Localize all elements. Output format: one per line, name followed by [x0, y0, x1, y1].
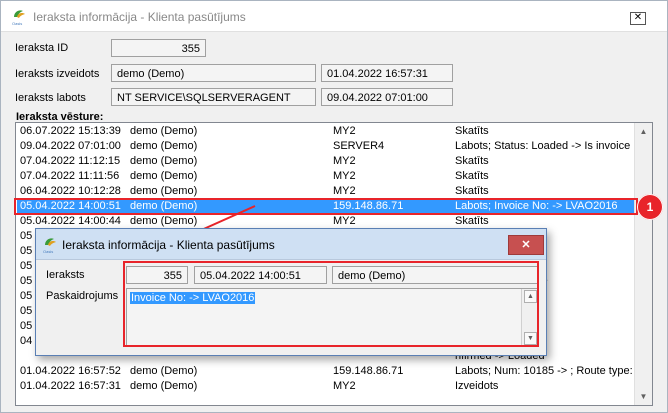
id-field[interactable]: 355 — [111, 39, 206, 57]
memo-scrollbar[interactable]: ▲ ▼ — [521, 289, 537, 346]
history-cell-host: SERVER4 — [333, 140, 385, 152]
history-row[interactable]: 06.07.2022 15:13:39 demo (Demo) MY2 Skatīts — [17, 124, 636, 139]
history-cell-action: Skatīts — [455, 155, 489, 167]
history-cell-action: Labots; Invoice No: -> LVAO2016 — [455, 200, 618, 212]
record-info-popup: Oasis Ieraksta informācija - Klienta pas… — [35, 228, 547, 356]
popup-record-date[interactable]: 05.04.2022 14:00:51 — [194, 266, 327, 284]
oasis-logo-icon: Oasis — [12, 10, 25, 26]
popup-record-user[interactable]: demo (Demo) — [332, 266, 538, 284]
history-cell-user: demo (Demo) — [130, 380, 198, 392]
popup-explanation-label: Paskaidrojums — [46, 290, 119, 302]
history-cell-user: demo (Demo) — [130, 185, 198, 197]
callout-badge: 1 — [637, 194, 663, 220]
history-cell-host: MY2 — [333, 155, 356, 167]
history-cell-user: demo (Demo) — [130, 170, 198, 182]
history-cell-host: MY2 — [333, 170, 356, 182]
history-cell-action: Labots; Status: Loaded -> Is invoice — [455, 140, 631, 152]
history-cell-date: 06.04.2022 10:12:28 — [20, 185, 121, 197]
history-cell-action: Skatīts — [455, 170, 489, 182]
history-row[interactable]: 05.04.2022 14:00:44 demo (Demo) MY2 Skatīts — [17, 214, 636, 229]
svg-text:Oasis: Oasis — [12, 21, 22, 26]
history-cell-date: 01.04.2022 16:57:52 — [20, 365, 121, 377]
history-cell-user: demo (Demo) — [130, 365, 198, 377]
history-cell-date: 05.04.2022 14:00:51 — [20, 200, 121, 212]
created-date-field[interactable]: 01.04.2022 16:57:31 — [321, 64, 453, 82]
oasis-logo-icon: Oasis — [43, 238, 56, 254]
svg-text:Oasis: Oasis — [43, 249, 53, 254]
history-cell-date: 05.04.2022 14:00:44 — [20, 215, 121, 227]
window-title: Ieraksta informācija - Klienta pasūtījum… — [33, 10, 246, 24]
history-cell-date: 01.04.2022 16:57:31 — [20, 380, 121, 392]
history-row[interactable]: 07.04.2022 11:11:56 demo (Demo) MY2 Skatīts — [17, 169, 636, 184]
history-row[interactable]: 01.04.2022 16:57:31 demo (Demo) MY2 Izveido… — [17, 379, 636, 394]
history-cell-action: Skatīts — [455, 125, 489, 137]
history-cell-host: 159.148.86.71 — [333, 200, 404, 212]
created-label: Ieraksts izveidots — [15, 68, 100, 80]
history-cell-user: demo (Demo) — [130, 215, 198, 227]
id-label: Ieraksta ID — [15, 42, 69, 54]
popup-record-id[interactable]: 355 — [126, 266, 188, 284]
history-cell-action: Skatīts — [455, 185, 489, 197]
history-cell-date: 07.04.2022 11:12:15 — [20, 155, 121, 167]
modified-date-field[interactable]: 09.04.2022 07:01:00 — [321, 88, 453, 106]
popup-close-button[interactable]: ✕ — [508, 235, 544, 255]
history-cell-action: Skatīts — [455, 215, 489, 227]
history-cell-date: 07.04.2022 11:11:56 — [20, 170, 120, 182]
created-user-field[interactable]: demo (Demo) — [111, 64, 316, 82]
memo-scroll-up-icon[interactable]: ▲ — [524, 290, 537, 303]
history-cell-action: Izveidots — [455, 380, 499, 392]
close-button[interactable]: ✕ — [630, 12, 646, 25]
history-row[interactable]: 01.04.2022 16:57:52 demo (Demo) 159.148.86… — [17, 364, 636, 379]
history-cell-user: demo (Demo) — [130, 140, 198, 152]
popup-title: Ieraksta informācija - Klienta pasūtījum… — [62, 238, 275, 252]
modified-user-field[interactable]: NT SERVICE\SQLSERVERAGENT — [111, 88, 316, 106]
history-cell-user: demo (Demo) — [130, 200, 198, 212]
history-cell-host: 159.148.86.71 — [333, 365, 404, 377]
popup-record-label: Ieraksts — [46, 269, 85, 281]
history-scrollbar[interactable]: ▲ ▼ — [634, 123, 652, 405]
history-cell-host: MY2 — [333, 215, 356, 227]
history-cell-host: MY2 — [333, 380, 356, 392]
memo-scroll-down-icon[interactable]: ▼ — [524, 332, 537, 345]
history-row[interactable]: 05.04.2022 14:00:51 demo (Demo) 159.148.86… — [17, 199, 636, 214]
history-cell-user: demo (Demo) — [130, 155, 198, 167]
history-row[interactable]: 09.04.2022 07:01:00 demo (Demo) SERVER4 Lab… — [17, 139, 636, 154]
history-cell-date: 09.04.2022 07:01:00 — [20, 140, 121, 152]
history-row[interactable]: 06.04.2022 10:12:28 demo (Demo) MY2 Skatīts — [17, 184, 636, 199]
history-cell-host: MY2 — [333, 185, 356, 197]
history-cell-date: 06.07.2022 15:13:39 — [20, 125, 121, 137]
popup-explanation-memo[interactable]: Invoice No: -> LVAO2016 ▲ ▼ — [126, 288, 538, 347]
history-cell-action: Labots; Num: 10185 -> ; Route type: V — [455, 365, 636, 377]
modified-label: Ieraksts labots — [15, 92, 86, 104]
history-cell-user: demo (Demo) — [130, 125, 198, 137]
history-cell-host: MY2 — [333, 125, 356, 137]
popup-title-bar: Oasis Ieraksta informācija - Klienta pas… — [36, 229, 546, 260]
title-bar: Oasis Ieraksta informācija - Klienta pas… — [1, 1, 667, 32]
history-row[interactable]: 07.04.2022 11:12:15 demo (Demo) MY2 Skatīts — [17, 154, 636, 169]
popup-explanation-text[interactable]: Invoice No: -> LVAO2016 — [130, 292, 256, 304]
scroll-up-icon[interactable]: ▲ — [635, 123, 652, 140]
scroll-down-icon[interactable]: ▼ — [635, 388, 652, 405]
